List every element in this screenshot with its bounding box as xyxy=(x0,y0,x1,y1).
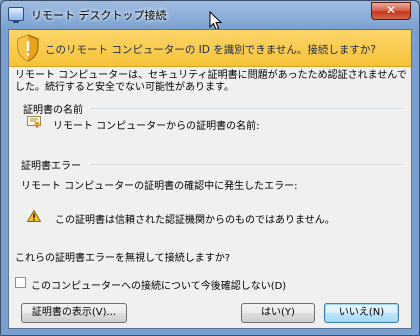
warning-message: このリモート コンピューターの ID を識別できません。接続しますか? xyxy=(45,44,376,56)
cert-errors-legend: 証明書エラー xyxy=(21,161,81,172)
warning-triangle-icon xyxy=(27,210,41,222)
dialog-content: このリモート コンピューターの ID を識別できません。接続しますか? リモート… xyxy=(8,29,412,329)
cert-errors-divider xyxy=(91,164,403,165)
warning-banner: このリモート コンピューターの ID を識別できません。接続しますか? xyxy=(9,30,411,67)
intro-text: リモート コンピューターは、セキュリティ証明書に問題があったため認証されませんで… xyxy=(15,70,407,93)
no-button[interactable]: いいえ(N) xyxy=(324,303,399,323)
cert-name-label: リモート コンピューターからの証明書の名前: xyxy=(53,121,260,132)
close-button[interactable]: ✕ xyxy=(371,2,411,20)
view-certificate-button[interactable]: 証明書の表示(V)... xyxy=(21,303,127,323)
ignore-errors-question: これらの証明書エラーを無視して接続しますか? xyxy=(15,253,231,264)
cert-error-item: この証明書は信頼された認証機関からのものではありません。 xyxy=(55,215,335,226)
dont-ask-label[interactable]: このコンピューターへの接続について今後確認しない(D) xyxy=(31,277,286,292)
dialog-window: リモート デスクトップ接続 ✕ このリモート コンピューターの ID を識別でき… xyxy=(0,0,420,336)
remote-desktop-icon xyxy=(8,7,24,23)
dont-ask-checkbox[interactable] xyxy=(15,277,26,288)
yes-button[interactable]: はい(Y) xyxy=(241,303,315,323)
window-title: リモート デスクトップ接続 xyxy=(31,9,167,22)
certificate-icon xyxy=(27,116,41,128)
cert-errors-description: リモート コンピューターの証明書の確認中に発生したエラー: xyxy=(21,181,298,192)
cert-name-legend: 証明書の名前 xyxy=(21,101,85,116)
shield-warning-icon xyxy=(17,34,39,62)
cert-name-divider xyxy=(91,108,403,109)
mouse-cursor-icon xyxy=(209,11,223,31)
